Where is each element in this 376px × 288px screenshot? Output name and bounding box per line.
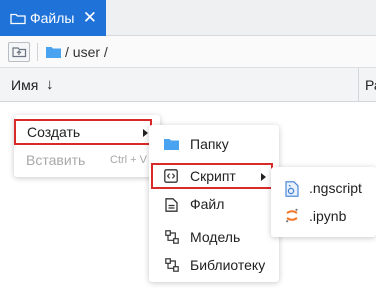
- menu-item-create[interactable]: Создать: [14, 119, 152, 145]
- chevron-right-icon: [143, 129, 148, 137]
- path-bar: / user /: [0, 36, 376, 68]
- column-partial-header[interactable]: Ра: [365, 77, 376, 93]
- menu-item-model[interactable]: Модель: [190, 229, 240, 245]
- tab-title: Файлы: [30, 10, 75, 26]
- folder-icon: [46, 47, 61, 58]
- ngscript-file-icon: [285, 181, 299, 197]
- create-submenu: Папку Скрипт Файл Модель Библиотеку: [149, 125, 279, 282]
- menu-item-library[interactable]: Библиотеку: [190, 257, 265, 273]
- menu-item-script-label: Скрипт: [190, 168, 236, 184]
- menu-item-ipynb[interactable]: .ipynb: [309, 208, 346, 224]
- chevron-right-icon: [261, 173, 266, 181]
- library-icon: [165, 258, 179, 272]
- file-icon: [165, 198, 178, 212]
- sort-down-icon[interactable]: ↓: [46, 76, 54, 93]
- code-icon: [164, 169, 178, 183]
- tab-files[interactable]: Файлы ✕: [0, 0, 106, 36]
- breadcrumb[interactable]: / user /: [65, 44, 108, 60]
- menu-item-ngscript[interactable]: .ngscript: [309, 180, 362, 196]
- script-submenu: .ngscript .ipynb: [271, 167, 376, 237]
- tab-bar: Файлы ✕: [0, 0, 376, 36]
- menu-item-folder[interactable]: Папку: [190, 136, 229, 152]
- menu-item-file[interactable]: Файл: [190, 196, 224, 212]
- jupyter-icon: [286, 208, 298, 223]
- column-name-header[interactable]: Имя: [11, 77, 38, 93]
- menu-item-paste[interactable]: Вставить: [26, 152, 85, 168]
- folder-up-icon: [12, 47, 27, 58]
- context-menu: Создать Вставить Ctrl + V: [14, 115, 160, 177]
- paste-shortcut: Ctrl + V: [110, 154, 147, 166]
- column-divider[interactable]: [358, 68, 359, 102]
- folder-icon: [164, 139, 179, 150]
- menu-item-create-label: Создать: [27, 124, 81, 140]
- path-separator: [37, 43, 38, 61]
- model-icon: [165, 230, 179, 244]
- parent-folder-button[interactable]: [8, 42, 30, 62]
- close-icon[interactable]: ✕: [83, 9, 97, 26]
- menu-item-script[interactable]: Скрипт: [151, 163, 273, 189]
- column-header: Имя ↓ Ра: [0, 68, 376, 102]
- folder-icon: [10, 13, 26, 24]
